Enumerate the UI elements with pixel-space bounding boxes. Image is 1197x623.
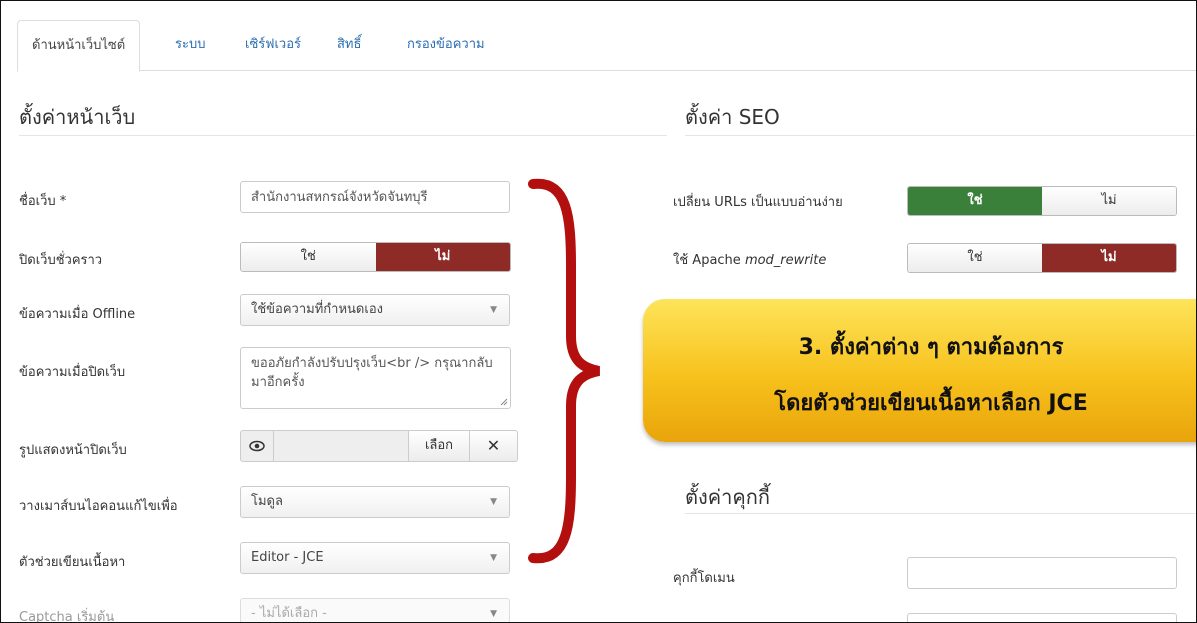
offline-message-value: ใช้ข้อความที่กำหนดเอง (251, 302, 383, 317)
divider (19, 135, 667, 136)
editor-select[interactable]: Editor - JCE ▼ (240, 542, 510, 574)
tab-server[interactable]: เซิร์ฟเวอร์ (231, 20, 315, 69)
rewrite-yes-button[interactable]: ใช่ (908, 244, 1042, 272)
editor-value: Editor - JCE (251, 550, 324, 565)
rewrite-toggle: ใช่ ไม่ (907, 243, 1177, 273)
divider (685, 513, 1195, 514)
cookie-settings-title: ตั้งค่าคุกกี้ (685, 485, 770, 509)
custom-message-label: ข้อความเมื่อปิดเว็บ (19, 365, 126, 380)
offline-message-select[interactable]: ใช้ข้อความที่กำหนดเอง ▼ (240, 294, 510, 326)
mouseover-value: โมดูล (251, 494, 283, 509)
resize-grip-icon[interactable] (500, 398, 508, 406)
brace-annotation (528, 178, 601, 564)
select-image-button[interactable]: เลือก (408, 430, 470, 462)
tab-bar: ด้านหน้าเว็บไซต์ ระบบ เซิร์ฟเวอร์ สิทธิ์… (17, 20, 1196, 72)
captcha-label: Captcha เริ่มต้น (19, 610, 115, 623)
rewrite-no-button[interactable]: ไม่ (1042, 244, 1176, 272)
site-settings-title: ตั้งค่าหน้าเว็บ (19, 105, 136, 129)
callout-annotation: 3. ตั้งค่าต่าง ๆ ตามต้องการ โดยตัวช่วยเข… (643, 299, 1196, 442)
rewrite-label-code: mod_rewrite (744, 253, 827, 268)
callout-line1: 3. ตั้งค่าต่าง ๆ ตามต้องการ (798, 335, 1064, 360)
caret-down-icon: ▼ (490, 609, 497, 619)
site-offline-no-button[interactable]: ไม่ (375, 243, 510, 271)
site-name-input[interactable]: สำนักงานสหกรณ์จังหวัดจันทบุรี (240, 181, 510, 213)
caret-down-icon: ▼ (490, 497, 497, 507)
editor-label: ตัวช่วยเขียนเนื้อหา (19, 555, 126, 570)
offline-image-label: รูปแสดงหน้าปิดเว็บ (19, 443, 127, 458)
offline-image-field: เลือก ✕ (240, 430, 518, 462)
mouseover-label: วางเมาส์บนไอคอนแก้ไขเพื่อ (19, 499, 178, 514)
sef-urls-no-button[interactable]: ไม่ (1042, 187, 1176, 215)
tab-system[interactable]: ระบบ (161, 20, 219, 69)
site-name-label: ชื่อเว็บ * (19, 194, 67, 209)
custom-message-value: ขออภัยกำลังปรับปรุงเว็บ<br /> กรุณากลับม… (251, 356, 493, 390)
divider (685, 135, 1195, 136)
mouseover-select[interactable]: โมดูล ▼ (240, 486, 510, 518)
close-icon[interactable]: ✕ (470, 430, 518, 462)
captcha-value: - ไม่ได้เลือก - (251, 606, 327, 621)
caret-down-icon: ▼ (490, 305, 497, 315)
offline-message-label: ข้อความเมื่อ Offline (19, 307, 136, 322)
tab-site[interactable]: ด้านหน้าเว็บไซต์ (17, 20, 141, 72)
config-window: ด้านหน้าเว็บไซต์ ระบบ เซิร์ฟเวอร์ สิทธิ์… (0, 0, 1197, 623)
seo-settings-title: ตั้งค่า SEO (685, 105, 780, 129)
tab-text-filters[interactable]: กรองข้อความ (393, 20, 499, 69)
tab-permissions[interactable]: สิทธิ์ (323, 20, 375, 69)
callout-line2: โดยตัวช่วยเขียนเนื้อหาเลือก JCE (774, 391, 1088, 416)
sef-urls-label: เปลี่ยน URLs เป็นแบบอ่านง่าย (673, 195, 843, 210)
rewrite-label-prefix: ใช้ Apache (673, 253, 745, 268)
captcha-select[interactable]: - ไม่ได้เลือก - ▼ (240, 598, 510, 622)
cookie-path-input[interactable] (907, 613, 1177, 622)
cookie-domain-input[interactable] (907, 557, 1177, 589)
custom-message-textarea[interactable]: ขออภัยกำลังปรับปรุงเว็บ<br /> กรุณากลับม… (240, 347, 511, 409)
rewrite-label: ใช้ Apache mod_rewrite (673, 249, 826, 270)
sef-urls-yes-button[interactable]: ใช่ (908, 187, 1042, 215)
caret-down-icon: ▼ (490, 553, 497, 563)
site-offline-yes-button[interactable]: ใช่ (241, 243, 376, 271)
cookie-domain-label: คุกกี้โดเมน (673, 571, 735, 586)
site-offline-label: ปิดเว็บชั่วคราว (19, 253, 103, 268)
site-offline-toggle: ใช่ ไม่ (240, 242, 511, 272)
offline-image-path (274, 430, 408, 462)
sef-urls-toggle: ใช่ ไม่ (907, 186, 1177, 216)
eye-icon[interactable] (240, 430, 274, 462)
